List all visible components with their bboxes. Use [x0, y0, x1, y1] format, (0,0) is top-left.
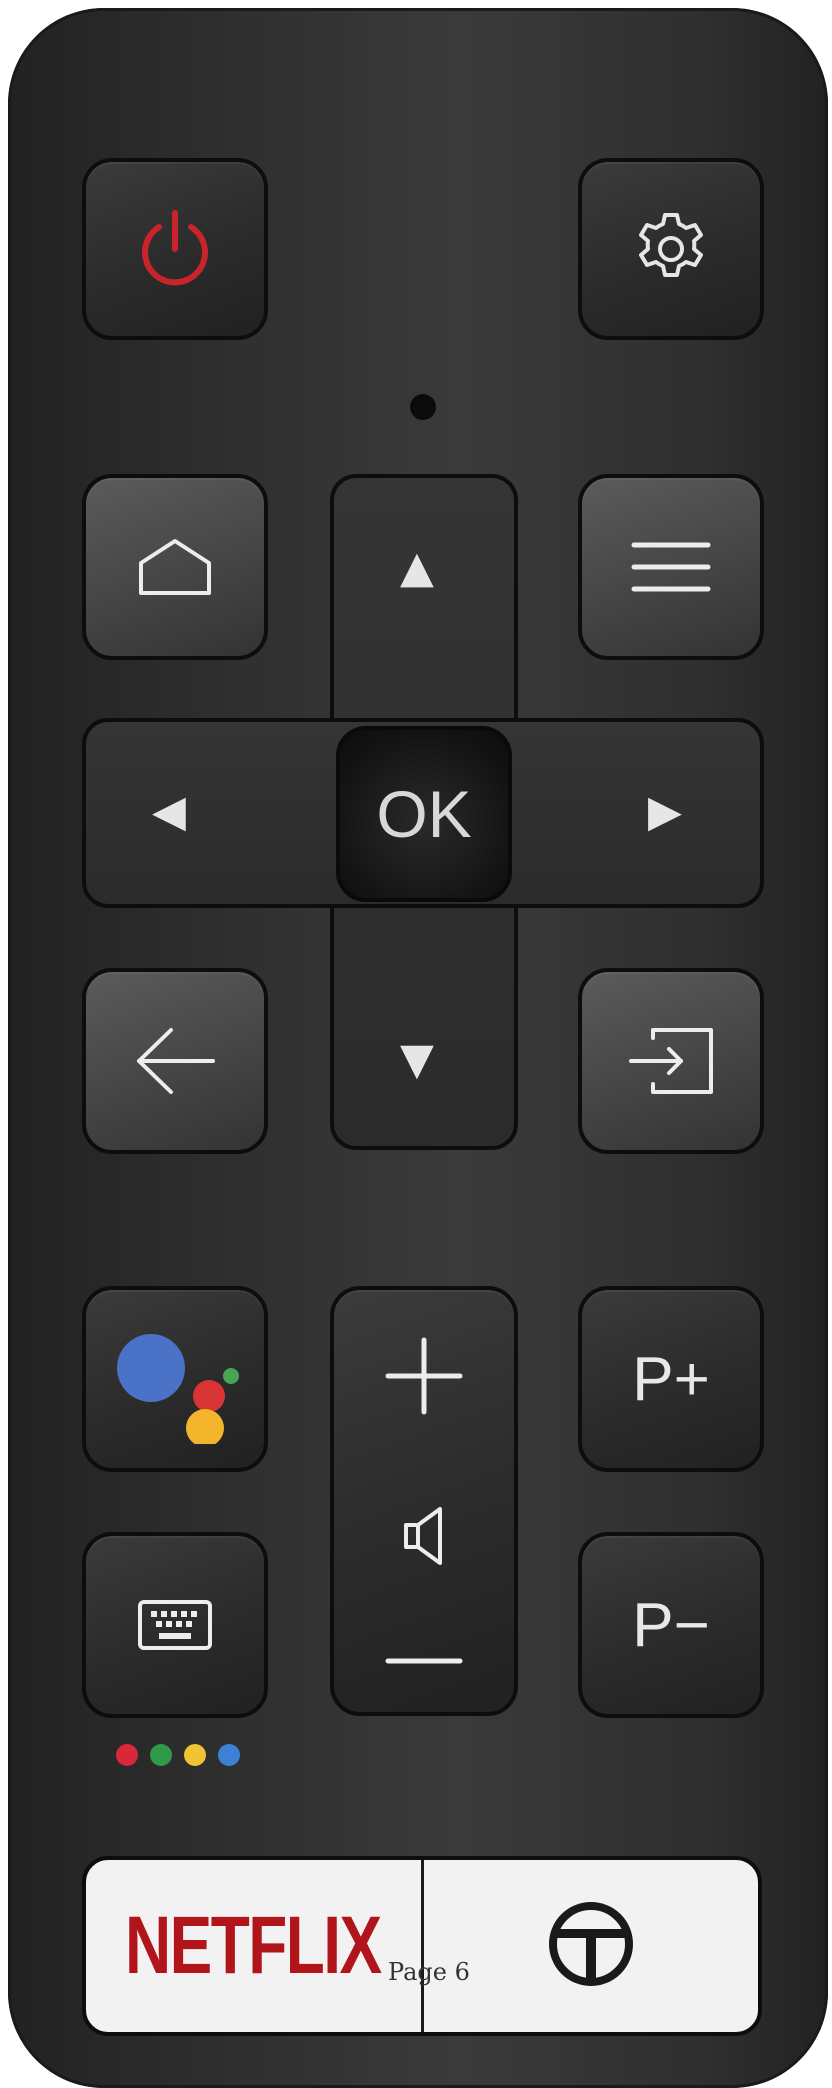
tcl-channel-button[interactable] — [424, 1860, 759, 2032]
volume-down-button[interactable] — [384, 1656, 464, 1666]
green-color-dot[interactable] — [150, 1744, 172, 1766]
red-color-dot[interactable] — [116, 1744, 138, 1766]
channel-down-button[interactable]: P− — [578, 1532, 764, 1718]
dpad-left-button[interactable]: ◀ — [152, 790, 186, 834]
microphone-hole — [410, 394, 436, 420]
yellow-color-dot[interactable] — [184, 1744, 206, 1766]
dpad-right-button[interactable]: ▶ — [648, 790, 682, 834]
google-assistant-button[interactable] — [82, 1286, 268, 1472]
gear-icon — [629, 207, 713, 291]
netflix-button[interactable]: NETFLIX — [86, 1860, 421, 2032]
back-button[interactable] — [82, 968, 268, 1154]
blue-color-dot[interactable] — [218, 1744, 240, 1766]
volume-rocker — [330, 1286, 518, 1716]
home-button[interactable] — [82, 474, 268, 660]
input-source-button[interactable] — [578, 968, 764, 1154]
menu-lines-icon — [630, 537, 712, 597]
input-source-icon — [627, 1026, 715, 1096]
dpad-up-button[interactable]: ▲ — [400, 546, 434, 590]
channel-up-label: P+ — [632, 1344, 710, 1414]
netflix-logo: NETFLIX — [125, 1900, 382, 1991]
menu-button[interactable] — [578, 474, 764, 660]
keyboard-button[interactable] — [82, 1532, 268, 1718]
ok-button[interactable]: OK — [336, 726, 512, 902]
app-shortcut-row: NETFLIX — [82, 1856, 762, 2036]
power-button[interactable] — [82, 158, 268, 340]
page-number: Page 6 — [388, 1958, 470, 1986]
power-icon — [135, 207, 215, 291]
settings-button[interactable] — [578, 158, 764, 340]
dpad-down-button[interactable]: ▼ — [400, 1038, 434, 1082]
home-icon — [135, 537, 215, 597]
channel-down-label: P− — [632, 1590, 710, 1660]
channel-up-button[interactable]: P+ — [578, 1286, 764, 1472]
back-arrow-icon — [133, 1026, 217, 1096]
tcl-logo-icon — [546, 1899, 636, 1994]
speaker-icon — [402, 1505, 446, 1567]
google-assistant-icon — [105, 1314, 245, 1444]
volume-up-button[interactable] — [384, 1336, 464, 1416]
keyboard-icon — [137, 1599, 213, 1651]
